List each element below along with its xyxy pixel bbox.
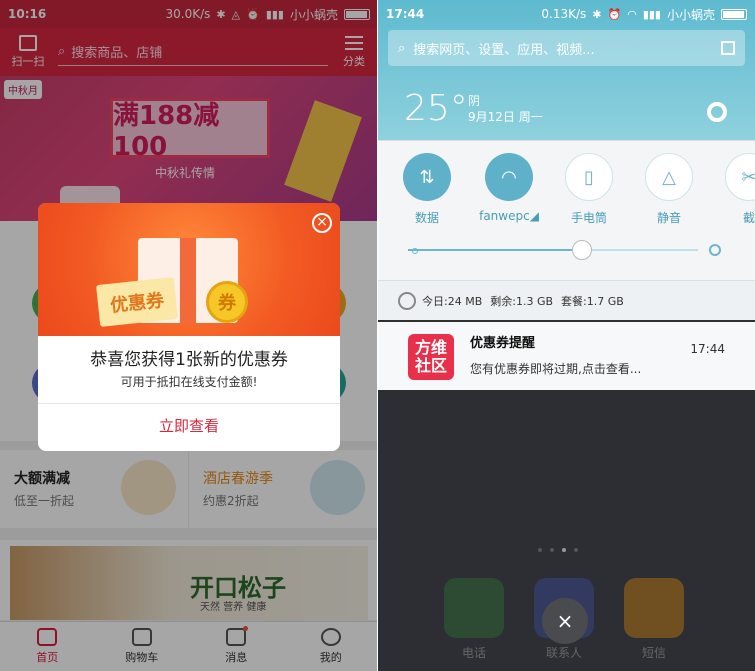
toggle-label: 数据 (414, 211, 439, 225)
coupon-notification[interactable]: 方维 社区 优惠券提醒 您有优惠券即将过期,点击查看... 17:44 (378, 322, 755, 390)
notification-shade-screen: 17:44 0.13K/s ✱ ⏰ ◠ ▮▮▮ 小小蜗壳 ⌕ 搜索网页、设置、应… (378, 0, 755, 671)
page-indicator (538, 548, 578, 552)
carrier-name: 小小蜗壳 (666, 7, 715, 22)
toggle-screenshot[interactable]: ✂ 截 (724, 153, 755, 226)
dock-label: 联系人 (546, 646, 583, 660)
toggle-mute[interactable]: △ 静音 (644, 153, 694, 226)
weather-widget[interactable]: 25° 阴 9月12日 周一 (404, 88, 543, 129)
dock-label: 短信 (642, 646, 667, 660)
toggle-label: fanwepc◢ (479, 209, 539, 223)
status-time: 17:44 (386, 7, 425, 21)
toggle-flashlight[interactable]: ▯ 手电筒 (564, 153, 614, 226)
date-label: 9月12日 周一 (468, 110, 543, 124)
toggle-wifi[interactable]: ◠ fanwepc◢ (479, 153, 539, 223)
alarm-icon: ⏰ (607, 7, 622, 21)
weather-condition: 阴 (468, 94, 481, 108)
scan-icon[interactable] (721, 41, 735, 55)
network-speed: 0.13K/s (541, 7, 587, 21)
toggle-label: 截 (742, 211, 755, 225)
wifi-icon: ◠ (627, 7, 637, 21)
close-shade-button[interactable]: × (542, 598, 588, 644)
toggle-label: 静音 (656, 211, 681, 225)
brightness-high-icon (709, 244, 721, 256)
brightness-slider[interactable] (408, 240, 698, 260)
view-now-button[interactable]: 立即查看 (38, 415, 340, 436)
notification-body: 您有优惠券即将过期,点击查看... (470, 362, 642, 376)
notification-time: 17:44 (690, 342, 725, 356)
usage-today: 今日:24 MB (422, 294, 483, 308)
coupon-modal: 优惠券 券 × 恭喜您获得1张新的优惠券 可用于抵扣在线支付金额! 立即查看 (38, 203, 340, 451)
data-icon: ⇅ (403, 153, 451, 201)
bluetooth-icon: ✱ (592, 7, 602, 21)
dock-label: 电话 (462, 646, 487, 660)
flashlight-icon: ▯ (565, 153, 613, 201)
signal-icon: ▮▮▮ (642, 7, 661, 21)
settings-gear-icon[interactable] (707, 102, 727, 122)
brightness-fill (408, 249, 582, 251)
shopping-app-screen: 10:16 30.0K/s ✱ ◬ ⏰ ▮▮▮ 小小蜗壳 扫一扫 ⌕ 搜索商品、… (0, 0, 378, 671)
quick-toggles: ⇅ 数据 ◠ fanwepc◢ ▯ 手电筒 △ 静音 ✂ 截 (378, 140, 755, 280)
sms-app-icon (624, 578, 684, 638)
app-icon: 方维 社区 (408, 334, 454, 380)
search-icon: ⌕ (398, 40, 406, 56)
divider (38, 403, 340, 404)
toggle-label: 手电筒 (570, 211, 607, 225)
app-icon-line1: 方维 (414, 338, 447, 357)
search-placeholder: 搜索网页、设置、应用、视频... (413, 42, 595, 58)
usage-plan: 套餐:1.7 GB (561, 294, 624, 308)
brightness-low-icon (412, 248, 418, 254)
global-search-input[interactable]: ⌕ 搜索网页、设置、应用、视频... (388, 30, 745, 66)
status-bar: 17:44 0.13K/s ✱ ⏰ ◠ ▮▮▮ 小小蜗壳 (378, 0, 755, 28)
data-usage-icon (398, 291, 416, 310)
data-usage-bar[interactable]: 今日:24 MB 剩余:1.3 GB 套餐:1.7 GB (378, 280, 755, 320)
temperature: 25° (404, 88, 468, 129)
coupon-coin-icon: 券 (206, 281, 248, 323)
close-icon[interactable]: × (312, 213, 332, 233)
notification-title: 优惠券提醒 (470, 336, 536, 351)
modal-illustration: 优惠券 券 × (38, 203, 340, 336)
modal-description: 可用于抵扣在线支付金额! (120, 375, 258, 389)
screenshot-icon: ✂ (725, 153, 755, 201)
brightness-knob[interactable] (572, 240, 592, 260)
toggle-data[interactable]: ⇅ 数据 (402, 153, 452, 226)
battery-icon (721, 8, 747, 20)
modal-heading: 恭喜您获得1张新的优惠券 (90, 350, 288, 370)
usage-remaining: 剩余:1.3 GB (490, 294, 554, 308)
bell-icon: △ (645, 153, 693, 201)
coupon-ticket: 优惠券 (96, 277, 178, 327)
phone-app-icon (444, 578, 504, 638)
wifi-icon: ◠ (485, 153, 533, 201)
app-icon-line2: 社区 (414, 356, 447, 375)
